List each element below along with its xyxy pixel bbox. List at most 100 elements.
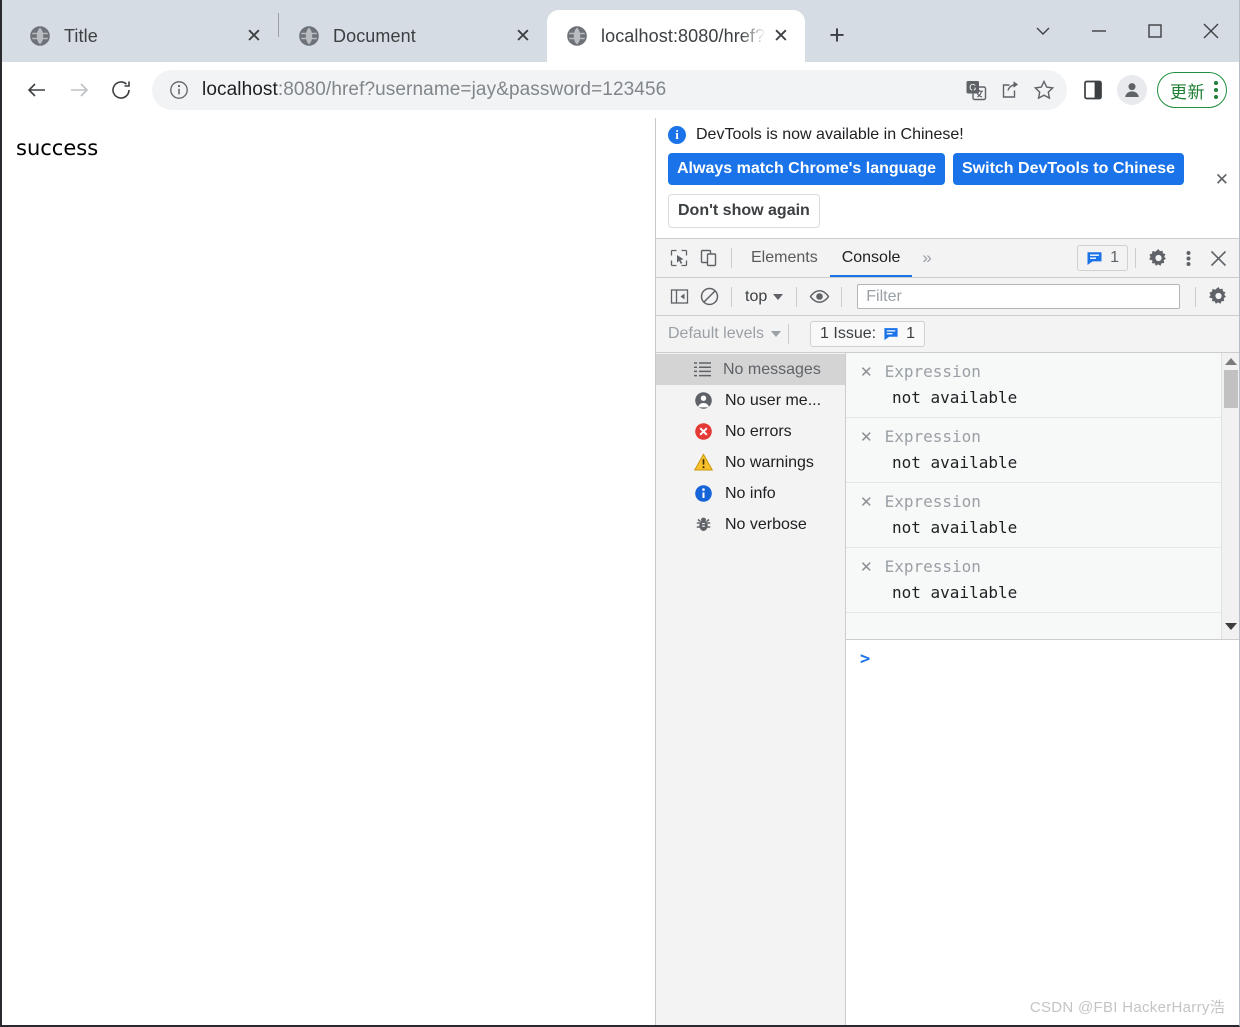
info-circle-icon: [695, 485, 712, 503]
default-levels-label: Default levels: [668, 325, 765, 343]
live-expression-placeholder[interactable]: Expression: [885, 427, 981, 446]
live-expression-placeholder[interactable]: Expression: [885, 492, 981, 511]
console-settings-gear-icon[interactable]: [1203, 282, 1233, 312]
scroll-up-arrow-icon[interactable]: [1224, 358, 1237, 366]
sidebar-item-no-user-messages[interactable]: No user me...: [656, 385, 845, 416]
three-dots-icon[interactable]: [1214, 81, 1218, 99]
more-tabs-icon[interactable]: »: [912, 248, 941, 268]
toolbar-divider: [1195, 286, 1196, 307]
tab-console[interactable]: Console: [829, 239, 913, 278]
url-rest: :8080/href?username=jay&password=123456: [277, 79, 667, 100]
caret-down-icon: [773, 293, 784, 300]
live-expression-value: not available: [892, 518, 1018, 538]
toolbar-divider: [796, 286, 798, 307]
browser-tab-1[interactable]: Title ✕: [10, 10, 278, 62]
sidebar-item-no-messages[interactable]: No messages: [656, 354, 845, 386]
console-filter-input[interactable]: [857, 284, 1180, 310]
dont-show-again-button[interactable]: Don't show again: [668, 194, 820, 229]
live-expression-placeholder[interactable]: Expression: [885, 362, 981, 381]
eye-icon[interactable]: [804, 282, 834, 312]
address-bar[interactable]: localhost:8080/href?username=jay&passwor…: [152, 70, 1067, 110]
console-levels-bar: Default levels 1 Issue: 1: [656, 316, 1239, 354]
banner-close-icon[interactable]: ✕: [1215, 170, 1229, 190]
live-expression-placeholder[interactable]: Expression: [885, 557, 981, 576]
globe-icon: [30, 26, 50, 46]
tab-close-icon[interactable]: ✕: [240, 22, 268, 50]
issues-count: 1: [1110, 249, 1119, 267]
issue-bubble-icon: [1087, 252, 1102, 265]
switch-devtools-to-chinese-button[interactable]: Switch DevTools to Chinese: [953, 153, 1185, 186]
always-match-language-button[interactable]: Always match Chrome's language: [668, 153, 945, 186]
forward-arrow-icon[interactable]: [58, 69, 100, 111]
tab-title: Document: [333, 25, 416, 46]
maximize-icon[interactable]: [1127, 0, 1183, 62]
error-circle-icon: [695, 423, 712, 441]
live-expressions-area: ✕ Expression not available ✕ Expression: [846, 353, 1239, 641]
close-icon[interactable]: ✕: [860, 558, 873, 576]
issue-summary-button[interactable]: 1 Issue: 1: [810, 321, 925, 348]
console-sidebar-toggle-icon[interactable]: [664, 282, 694, 312]
devtools-close-icon[interactable]: [1203, 243, 1233, 273]
share-icon[interactable]: [993, 73, 1027, 107]
update-button-label: 更新: [1170, 82, 1205, 103]
sidebar-item-no-warnings[interactable]: No warnings: [656, 447, 845, 478]
live-expression-row[interactable]: ✕ Expression not available: [846, 548, 1221, 614]
sidebar-item-no-info[interactable]: No info: [656, 478, 845, 509]
avatar[interactable]: [1117, 75, 1147, 105]
inspect-cursor-icon[interactable]: [664, 243, 694, 273]
tab-strip: Title ✕ Document ✕ localhost:8080/href? …: [2, 0, 1239, 62]
close-icon[interactable]: ✕: [860, 493, 873, 511]
translate-icon[interactable]: G: [959, 73, 993, 107]
close-icon[interactable]: [1183, 0, 1239, 62]
sidebar-item-label: No messages: [723, 360, 821, 378]
live-expression-row[interactable]: ✕ Expression not available: [846, 483, 1221, 549]
issues-badge[interactable]: 1: [1077, 245, 1128, 272]
minimize-icon[interactable]: [1071, 0, 1127, 62]
toolbar-divider: [788, 324, 790, 345]
sidebar-item-no-verbose[interactable]: No verbose: [656, 509, 845, 540]
url-host: localhost: [202, 79, 278, 100]
browser-tab-3-active[interactable]: localhost:8080/href? ✕: [547, 10, 805, 62]
reload-icon[interactable]: [100, 69, 142, 111]
tab-elements[interactable]: Elements: [739, 239, 830, 277]
scroll-down-arrow-icon[interactable]: [1224, 623, 1237, 631]
tab-search-chevron-down-icon[interactable]: [1015, 0, 1071, 62]
banner-actions: Always match Chrome's language Switch De…: [668, 153, 1229, 186]
close-icon[interactable]: ✕: [860, 363, 873, 381]
live-expression-header: ✕ Expression: [860, 492, 1221, 511]
update-button[interactable]: 更新: [1157, 72, 1227, 108]
browser-tab-2[interactable]: Document ✕: [279, 10, 547, 62]
window-controls: [1015, 0, 1239, 62]
execution-context-selector[interactable]: top: [739, 288, 789, 306]
three-dots-icon[interactable]: [1173, 243, 1203, 273]
device-toolbar-icon[interactable]: [694, 243, 724, 273]
console-toolbar: top: [656, 278, 1239, 317]
default-levels-dropdown[interactable]: Default levels: [668, 325, 782, 343]
tab-title: Title: [64, 25, 98, 46]
gear-icon[interactable]: [1143, 243, 1173, 273]
close-icon[interactable]: ✕: [860, 428, 873, 446]
globe-icon: [567, 26, 587, 46]
console-prompt-area[interactable]: > CSDN @FBI HackerHarry浩: [846, 640, 1239, 1025]
side-panel-icon[interactable]: [1073, 70, 1113, 110]
sidebar-item-no-errors[interactable]: No errors: [656, 416, 845, 447]
console-prompt-caret: >: [860, 649, 871, 670]
info-circle-icon[interactable]: [166, 80, 192, 100]
back-arrow-icon[interactable]: [16, 69, 58, 111]
scrollbar-thumb[interactable]: [1223, 370, 1238, 409]
content-area: success i DevTools is now available in C…: [2, 118, 1239, 1025]
toolbar-divider: [1135, 248, 1136, 269]
tab-close-icon[interactable]: ✕: [509, 22, 537, 50]
banner-message: DevTools is now available in Chinese!: [696, 126, 964, 143]
star-icon[interactable]: [1027, 73, 1061, 107]
new-tab-button[interactable]: +: [817, 15, 857, 55]
live-expressions-scrollbar[interactable]: [1221, 353, 1239, 640]
tab-close-icon[interactable]: ✕: [767, 22, 795, 50]
live-expression-header: ✕ Expression: [860, 427, 1221, 446]
clear-console-icon[interactable]: [694, 282, 724, 312]
live-expression-row[interactable]: ✕ Expression not available: [846, 418, 1221, 484]
live-expression-row[interactable]: ✕ Expression not available: [846, 353, 1221, 419]
devtools-panel: i DevTools is now available in Chinese! …: [656, 118, 1239, 1025]
live-expression-value: not available: [892, 388, 1018, 408]
issue-summary-count: 1: [906, 325, 915, 343]
